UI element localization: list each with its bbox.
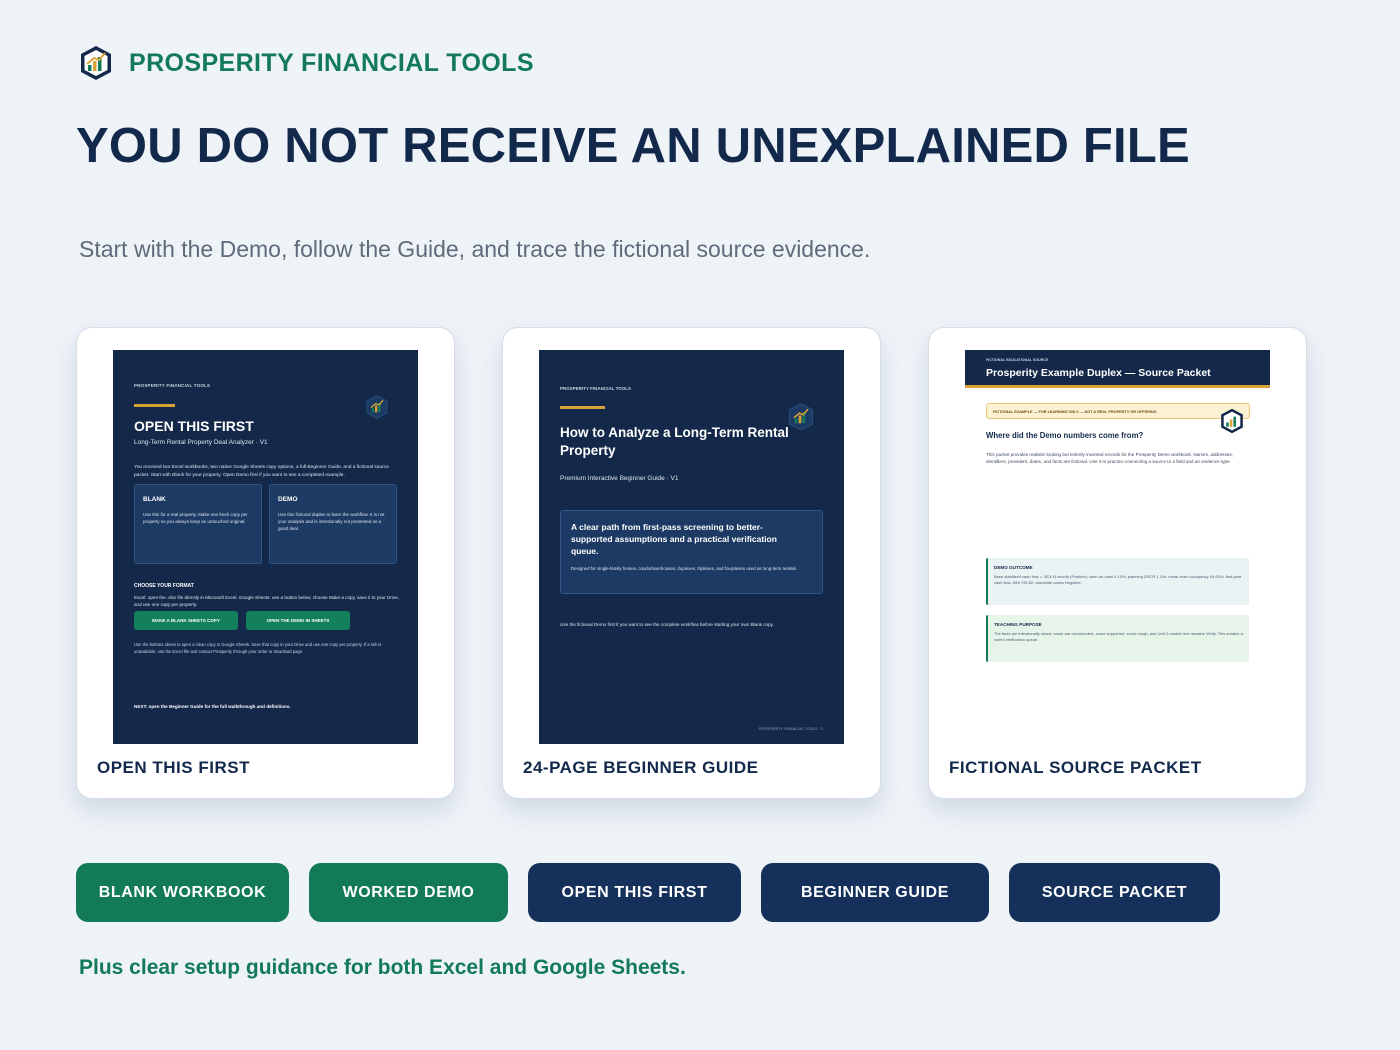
- accent-bar: [560, 406, 605, 409]
- doc-title: Prosperity Example Duplex — Source Packe…: [986, 367, 1211, 379]
- card-caption: FICTIONAL SOURCE PACKET: [949, 758, 1202, 777]
- teaching-purpose-text: The facts are intentionally mixed: some …: [994, 631, 1243, 643]
- card-caption: OPEN THIS FIRST: [97, 758, 250, 777]
- hexagon-chart-icon: [81, 46, 111, 80]
- hexagon-chart-icon: [366, 395, 388, 419]
- open-demo-in-sheets-button: OPEN THE DEMO IN SHEETS: [246, 611, 350, 630]
- summary-box: A clear path from first-pass screening t…: [560, 510, 823, 594]
- doc-question: Where did the Demo numbers come from?: [986, 431, 1144, 440]
- card-caption: 24-PAGE BEGINNER GUIDE: [523, 758, 759, 777]
- blank-box: BLANK Use this for a real property. Make…: [134, 484, 262, 564]
- demo-box: DEMO Use this fictional duplex to learn …: [269, 484, 397, 564]
- demo-outcome-box: DEMO OUTCOME Base stabilized cash flow =…: [986, 558, 1249, 605]
- doc-subtitle: Premium Interactive Beginner Guide · V1: [560, 475, 679, 482]
- doc-title: How to Analyze a Long-Term Rental Proper…: [560, 425, 789, 458]
- doc-kicker: FICTIONAL EDUCATIONAL SOURCE: [986, 358, 1049, 362]
- brand: PROSPERITY FINANCIAL TOOLS: [78, 44, 534, 82]
- source-packet-button[interactable]: SOURCE PACKET: [1009, 863, 1220, 922]
- blank-workbook-button[interactable]: BLANK WORKBOOK: [76, 863, 289, 922]
- page-title: YOU DO NOT RECEIVE AN UNEXPLAINED FILE: [76, 119, 1190, 173]
- demo-outcome-title: DEMO OUTCOME: [994, 565, 1033, 570]
- doc-intro: You received two Excel workbooks, two na…: [134, 465, 389, 478]
- summary-box-title: A clear path from first-pass screening t…: [571, 522, 777, 556]
- setup-guidance-note: Plus clear setup guidance for both Excel…: [79, 956, 686, 979]
- doc-brand: PROSPERITY FINANCIAL TOOLS: [134, 383, 211, 388]
- card-source-packet[interactable]: FICTIONAL EDUCATIONAL SOURCE Prosperity …: [928, 327, 1307, 799]
- format-text: Excel: open the .xlsx file directly in M…: [134, 595, 399, 608]
- page-subtitle: Start with the Demo, follow the Guide, a…: [79, 236, 871, 262]
- teaching-purpose-title: TEACHING PURPOSE: [994, 622, 1042, 627]
- doc-header: FICTIONAL EDUCATIONAL SOURCE Prosperity …: [965, 350, 1270, 388]
- fictional-warning-banner: FICTIONAL EXAMPLE — FOR LEARNING ONLY — …: [986, 403, 1250, 419]
- open-this-first-button[interactable]: OPEN THIS FIRST: [528, 863, 741, 922]
- doc-next-step: NEXT: open the Beginner Guide for the fu…: [134, 704, 291, 709]
- accent-bar: [134, 404, 175, 407]
- teaching-purpose-box: TEACHING PURPOSE The facts are intention…: [986, 615, 1249, 662]
- doc-title: OPEN THIS FIRST: [134, 418, 254, 434]
- demo-box-text: Use this fictional duplex to learn the w…: [278, 512, 385, 532]
- demo-outcome-text: Base stabilized cash flow = -$13.41/mont…: [994, 574, 1242, 586]
- blank-box-text: Use this for a real property. Make one f…: [143, 512, 248, 525]
- card-open-this-first[interactable]: PROSPERITY FINANCIAL TOOLS OPEN THIS FIR…: [76, 327, 455, 799]
- blank-box-title: BLANK: [143, 496, 166, 503]
- card-beginner-guide[interactable]: PROSPERITY FINANCIAL TOOLS How to Analyz…: [502, 327, 881, 799]
- doc-brand: PROSPERITY FINANCIAL TOOLS: [560, 386, 632, 391]
- doc-subtitle: Long-Term Rental Property Deal Analyzer …: [134, 439, 268, 446]
- summary-box-text: Designed for single-family homes, condo/…: [571, 566, 797, 571]
- doc-note: Use the buttons above to open a clean co…: [134, 642, 382, 654]
- doc-preview-open-this-first: PROSPERITY FINANCIAL TOOLS OPEN THIS FIR…: [113, 350, 418, 744]
- doc-preview-beginner-guide: PROSPERITY FINANCIAL TOOLS How to Analyz…: [539, 350, 844, 744]
- make-blank-sheets-copy-button: MAKE A BLANK SHEETS COPY: [134, 611, 238, 630]
- hexagon-chart-icon: [1221, 408, 1243, 434]
- doc-note: Use the fictional Demo first if you want…: [560, 622, 774, 627]
- doc-footer: PROSPERITY FINANCIAL TOOLS · 1: [758, 727, 823, 731]
- doc-text: This packet provides realistic-looking b…: [986, 452, 1233, 465]
- format-heading: CHOOSE YOUR FORMAT: [134, 583, 194, 589]
- beginner-guide-button[interactable]: BEGINNER GUIDE: [761, 863, 989, 922]
- doc-preview-source-packet: FICTIONAL EDUCATIONAL SOURCE Prosperity …: [965, 350, 1270, 744]
- brand-name: PROSPERITY FINANCIAL TOOLS: [129, 48, 534, 77]
- worked-demo-button[interactable]: WORKED DEMO: [309, 863, 508, 922]
- demo-box-title: DEMO: [278, 496, 298, 503]
